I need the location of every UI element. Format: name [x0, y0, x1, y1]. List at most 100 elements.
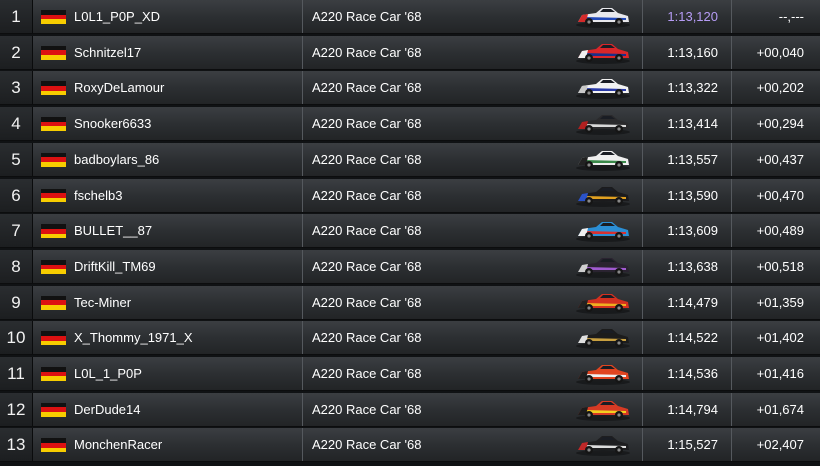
driver-name: Tec-Miner — [74, 294, 132, 310]
leaderboard-row[interactable]: 13 MonchenRacer A220 Race Car '68 1:15,527 +… — [0, 428, 820, 463]
lap-time: 1:13,322 — [667, 80, 718, 96]
lap-time: 1:15,527 — [667, 437, 718, 453]
column-divider — [642, 214, 643, 248]
column-divider — [642, 0, 643, 33]
lap-time: 1:13,414 — [667, 116, 718, 132]
time-gap: +01,674 — [756, 401, 804, 417]
column-divider — [642, 178, 643, 212]
position-number: 9 — [0, 285, 33, 319]
leaderboard-row[interactable]: 12 DerDude14 A220 Race Car '68 1:14,794 +01,… — [0, 392, 820, 427]
car-name: A220 Race Car '68 — [312, 116, 422, 132]
race-car-icon — [576, 186, 630, 207]
leaderboard-row[interactable]: 10 X_Thommy_1971_X A220 Race Car '68 1:14,5… — [0, 321, 820, 356]
car-name: A220 Race Car '68 — [312, 9, 422, 24]
column-divider — [642, 357, 643, 390]
position-number: 6 — [0, 178, 33, 212]
time-gap: +01,359 — [756, 294, 804, 310]
time-gap: +00,294 — [756, 116, 804, 132]
lap-time: 1:13,638 — [667, 258, 718, 274]
column-divider — [642, 35, 643, 69]
germany-flag-icon — [41, 367, 66, 381]
car-name: A220 Race Car '68 — [312, 151, 422, 167]
time-gap: +00,489 — [756, 223, 804, 239]
column-divider — [302, 142, 303, 176]
car-thumbnail — [574, 36, 632, 69]
leaderboard-row[interactable]: 1 L0L1_P0P_XD A220 Race Car '68 1:13,120 --,… — [0, 0, 820, 34]
car-name: A220 Race Car '68 — [312, 437, 422, 453]
race-car-icon — [576, 293, 630, 314]
germany-flag-icon — [41, 331, 66, 346]
column-divider — [302, 357, 303, 390]
driver-name: X_Thommy_1971_X — [74, 330, 193, 346]
leaderboard: 1 L0L1_P0P_XD A220 Race Car '68 1:13,120 --,… — [0, 0, 820, 463]
race-car-icon — [576, 222, 630, 243]
car-thumbnail — [574, 71, 632, 104]
lap-time: 1:14,794 — [667, 401, 718, 417]
column-divider — [642, 107, 643, 141]
car-thumbnail — [574, 393, 632, 426]
germany-flag-icon — [41, 45, 66, 60]
car-thumbnail — [574, 143, 632, 176]
position-number: 13 — [0, 428, 33, 462]
car-name: A220 Race Car '68 — [312, 401, 422, 417]
position-number: 1 — [0, 0, 33, 33]
lap-time: 1:13,160 — [667, 44, 718, 60]
race-car-icon — [576, 79, 630, 100]
lap-time: 1:14,522 — [667, 330, 718, 346]
leaderboard-row[interactable]: 3 RoxyDeLamour A220 Race Car '68 1:13,322 +0… — [0, 71, 820, 106]
race-car-icon — [576, 400, 630, 421]
race-car-icon — [576, 257, 630, 278]
lap-time: 1:13,557 — [667, 151, 718, 167]
germany-flag-icon — [41, 295, 66, 310]
car-name: A220 Race Car '68 — [312, 294, 422, 310]
position-number: 3 — [0, 71, 33, 105]
race-car-icon — [576, 365, 630, 385]
column-divider — [642, 392, 643, 426]
car-thumbnail — [574, 286, 632, 319]
column-divider — [642, 321, 643, 355]
leaderboard-row[interactable]: 6 fschelb3 A220 Race Car '68 1:13,590 +00,47… — [0, 178, 820, 213]
leaderboard-row[interactable]: 4 Snooker6633 A220 Race Car '68 1:13,414 +00… — [0, 107, 820, 142]
car-name: A220 Race Car '68 — [312, 187, 422, 203]
germany-flag-icon — [41, 402, 66, 417]
column-divider — [642, 249, 643, 283]
leaderboard-row[interactable]: 9 Tec-Miner A220 Race Car '68 1:14,479 +01,3… — [0, 285, 820, 320]
driver-name: DerDude14 — [74, 401, 141, 417]
column-divider — [302, 392, 303, 426]
leaderboard-row[interactable]: 11 L0L_1_P0P A220 Race Car '68 1:14,536 +01,… — [0, 357, 820, 391]
time-gap: +01,416 — [756, 366, 804, 381]
leaderboard-row[interactable]: 5 badboylars_86 A220 Race Car '68 1:13,557 +… — [0, 142, 820, 177]
driver-name: RoxyDeLamour — [74, 80, 165, 96]
position-number: 2 — [0, 35, 33, 69]
car-thumbnail — [574, 357, 632, 390]
race-car-icon — [576, 8, 630, 28]
driver-name: badboylars_86 — [74, 151, 160, 167]
race-car-icon — [576, 43, 630, 64]
driver-name: MonchenRacer — [74, 437, 163, 453]
germany-flag-icon — [41, 188, 66, 203]
driver-name: DriftKill_TM69 — [74, 258, 156, 274]
car-name: A220 Race Car '68 — [312, 223, 422, 239]
leaderboard-row[interactable]: 8 DriftKill_TM69 A220 Race Car '68 1:13,638… — [0, 249, 820, 284]
car-thumbnail — [574, 321, 632, 354]
column-divider — [642, 285, 643, 319]
column-divider — [302, 178, 303, 212]
leaderboard-row[interactable]: 2 Schnitzel17 A220 Race Car '68 1:13,160 +00… — [0, 35, 820, 70]
car-thumbnail — [574, 214, 632, 247]
leaderboard-row[interactable]: 7 BULLET__87 A220 Race Car '68 1:13,609 +00,… — [0, 214, 820, 249]
position-number: 8 — [0, 249, 33, 283]
position-number: 10 — [0, 321, 33, 355]
driver-name: fschelb3 — [74, 187, 123, 203]
column-divider — [302, 71, 303, 105]
car-name: A220 Race Car '68 — [312, 366, 422, 381]
column-divider — [302, 0, 303, 33]
lap-time: 1:13,609 — [667, 223, 718, 239]
race-car-icon — [576, 436, 630, 457]
driver-name: BULLET__87 — [74, 223, 153, 239]
time-gap: +00,518 — [756, 258, 804, 274]
driver-name: Schnitzel17 — [74, 44, 142, 60]
column-divider — [302, 107, 303, 141]
column-divider — [302, 214, 303, 248]
lap-time: 1:14,479 — [667, 294, 718, 310]
lap-time: 1:13,590 — [667, 187, 718, 203]
